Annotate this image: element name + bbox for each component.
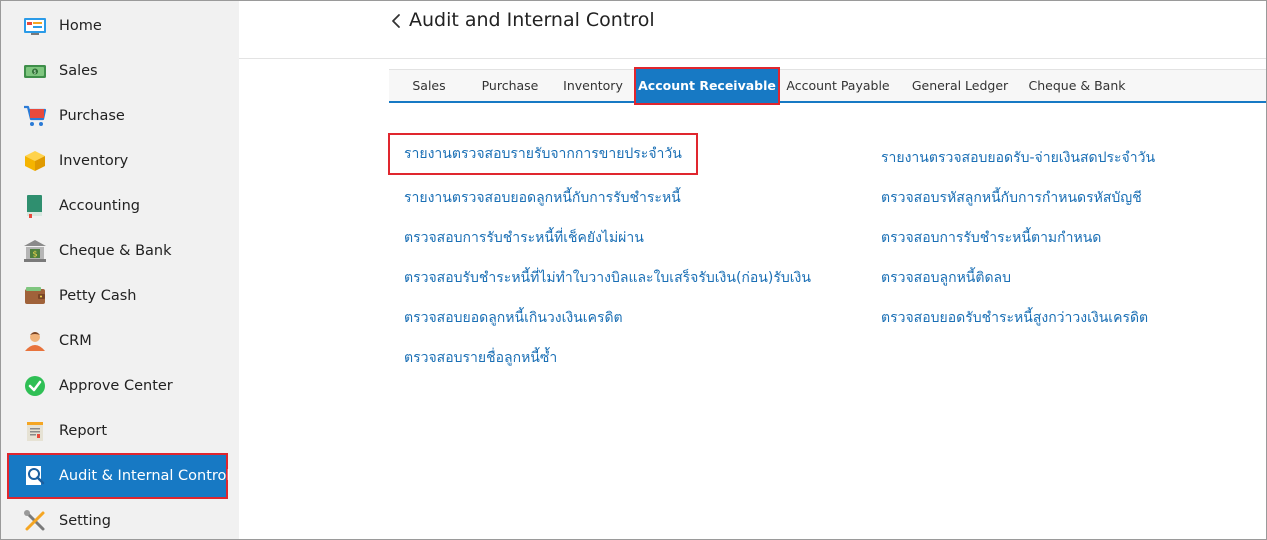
sidebar-item-accounting[interactable]: Accounting <box>9 185 226 227</box>
sidebar-item-crm[interactable]: CRM <box>9 320 226 362</box>
report-link-payment-without-billing[interactable]: ตรวจสอบรับชำระหนี้ที่ไม่ทำใบวางบิลและใบเ… <box>404 267 811 289</box>
sidebar-item-label: Home <box>59 18 102 34</box>
report-link-payment-over-credit[interactable]: ตรวจสอบยอดรับชำระหนี้สูงกว่าวงเงินเครดิต <box>881 307 1148 329</box>
sidebar-item-label: Petty Cash <box>59 288 137 304</box>
sidebar-item-label: Accounting <box>59 198 140 214</box>
sidebar-item-purchase[interactable]: Purchase <box>9 95 226 137</box>
tools-icon <box>24 510 45 531</box>
sidebar-item-petty-cash[interactable]: Petty Cash <box>9 275 226 317</box>
sidebar-item-label: Audit & Internal Control <box>59 468 231 484</box>
sidebar-item-report[interactable]: Report <box>9 410 226 452</box>
report-link-negative-debtors[interactable]: ตรวจสอบลูกหนี้ติดลบ <box>881 267 1011 289</box>
sidebar-item-approve-center[interactable]: Approve Center <box>9 365 226 407</box>
tab-purchase[interactable]: Purchase <box>469 70 551 102</box>
tab-inventory[interactable]: Inventory <box>551 70 635 102</box>
tab-sales[interactable]: Sales <box>389 70 469 102</box>
report-link-uncleared-cheque-payment[interactable]: ตรวจสอบการรับชำระหนี้ที่เช็คยังไม่ผ่าน <box>404 227 644 249</box>
page-title: Audit and Internal Control <box>409 9 655 31</box>
chevron-left-icon[interactable] <box>387 11 407 31</box>
sidebar-item-sales[interactable]: $ Sales <box>9 50 226 92</box>
tab-general-ledger[interactable]: General Ledger <box>903 70 1017 102</box>
report-link-daily-cash-in-out[interactable]: รายงานตรวจสอบยอดรับ-จ่ายเงินสดประจำวัน <box>881 147 1155 169</box>
money-icon: $ <box>24 65 46 78</box>
report-link-payment-on-schedule[interactable]: ตรวจสอบการรับชำระหนี้ตามกำหนด <box>881 227 1101 249</box>
tab-cheque-bank[interactable]: Cheque & Bank <box>1025 70 1129 102</box>
people-icon <box>25 332 45 351</box>
report-link-debtor-code-account[interactable]: ตรวจสอบรหัสลูกหนี้กับการกำหนดรหัสบัญชี <box>881 187 1142 209</box>
home-icon <box>24 18 46 35</box>
svg-text:$: $ <box>32 250 37 259</box>
sidebar-item-cheque-bank[interactable]: $ Cheque & Bank <box>9 230 226 272</box>
tab-account-receivable[interactable]: Account Receivable <box>634 67 780 105</box>
cart-icon <box>24 105 47 126</box>
sidebar-item-label: Setting <box>59 513 111 529</box>
book-icon <box>27 195 42 218</box>
sidebar-item-label: Purchase <box>59 108 125 124</box>
report-link-duplicate-debtor-names[interactable]: ตรวจสอบรายชื่อลูกหนี้ซ้ำ <box>404 347 557 369</box>
header-bar: Audit and Internal Control <box>239 1 1266 59</box>
audit-search-icon <box>26 466 45 485</box>
sidebar-item-label: Approve Center <box>59 378 173 394</box>
main-content: Audit and Internal Control Sales Purchas… <box>239 1 1266 539</box>
sidebar: Home $ Sales Purchase Inventory Accounti… <box>1 1 239 539</box>
sidebar-item-label: Cheque & Bank <box>59 243 172 259</box>
report-link-receivable-over-credit[interactable]: ตรวจสอบยอดลูกหนี้เกินวงเงินเครดิต <box>404 307 623 329</box>
sidebar-item-label: Inventory <box>59 153 129 169</box>
report-link-receivable-vs-payment[interactable]: รายงานตรวจสอบยอดลูกหนี้กับการรับชำระหนี้ <box>404 187 681 209</box>
sidebar-item-home[interactable]: Home <box>9 5 226 47</box>
sidebar-item-audit-internal-control[interactable]: Audit & Internal Control <box>7 453 230 499</box>
box-icon <box>25 151 45 171</box>
check-circle-icon <box>25 376 45 396</box>
sidebar-item-label: CRM <box>59 333 92 349</box>
sidebar-item-label: Report <box>59 423 108 439</box>
tab-account-payable[interactable]: Account Payable <box>781 70 895 102</box>
sidebar-item-label: Sales <box>59 63 98 79</box>
tab-bar: Sales Purchase Inventory Account Receiva… <box>389 67 1266 105</box>
wallet-icon <box>25 287 45 304</box>
report-icon <box>27 422 43 441</box>
svg-text:$: $ <box>33 70 36 76</box>
sidebar-item-inventory[interactable]: Inventory <box>9 140 226 182</box>
sidebar-item-setting[interactable]: Setting <box>9 500 226 540</box>
report-link-daily-sales-income[interactable]: รายงานตรวจสอบรายรับจากการขายประจำวัน <box>388 133 698 175</box>
bank-icon: $ <box>24 240 46 262</box>
